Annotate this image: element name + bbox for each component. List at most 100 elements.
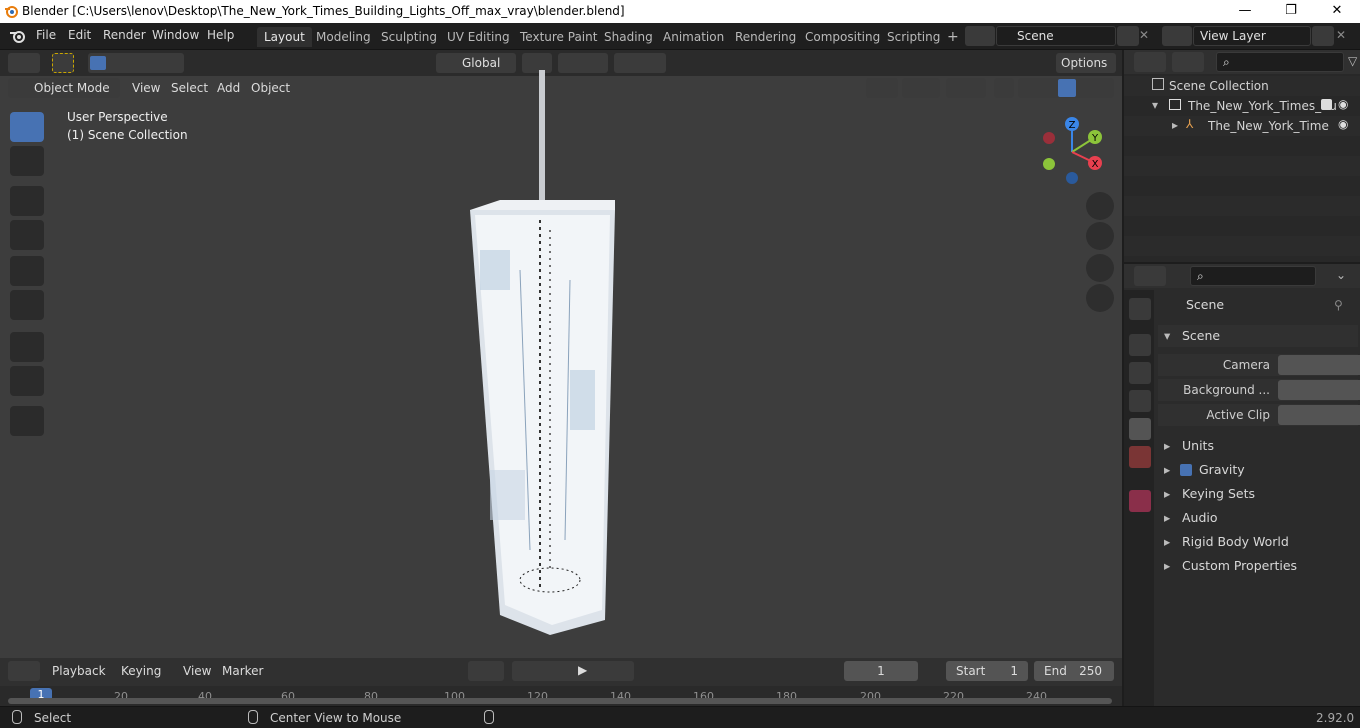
playback-menu[interactable]: Playback (52, 661, 106, 681)
menu-add[interactable]: Add (217, 78, 240, 98)
eye-icon[interactable]: ◉ (1338, 97, 1348, 111)
camera-view-icon[interactable] (1086, 254, 1114, 282)
keying-menu[interactable]: Keying (121, 661, 161, 681)
current-frame-field[interactable]: 1 (844, 661, 918, 681)
scene-copy-icon[interactable] (1117, 26, 1139, 46)
zoom-icon[interactable] (1086, 192, 1114, 220)
texture-tab-icon[interactable] (1129, 490, 1151, 512)
ortho-grid-icon[interactable] (1086, 284, 1114, 312)
panel-units[interactable]: ▸ Units (1158, 435, 1358, 457)
outliner-row-object[interactable]: ▸ ⅄ The_New_York_Time ◉ (1124, 116, 1360, 136)
select-box-tool[interactable] (10, 112, 44, 142)
view-layer-tab-icon[interactable] (1129, 390, 1151, 412)
annotate-tool[interactable] (10, 332, 44, 362)
scene-browse-icon[interactable] (965, 26, 995, 46)
expand-arrow-icon[interactable]: ▸ (1172, 118, 1178, 132)
active-clip-field[interactable] (1278, 405, 1360, 425)
menu-render[interactable]: Render (103, 28, 146, 42)
timeline-editor-icon[interactable] (8, 661, 40, 681)
record-icon[interactable] (468, 661, 504, 681)
gizmo-toggle-icon[interactable] (902, 78, 940, 98)
tab-modeling[interactable]: Modeling (309, 27, 378, 47)
3d-viewport[interactable]: Global Options Object Mode View Select A… (0, 50, 1122, 658)
output-tab-icon[interactable] (1129, 362, 1151, 384)
rotate-tool[interactable] (10, 220, 44, 250)
menu-window[interactable]: Window (152, 28, 199, 42)
viewlayer-browse-icon[interactable] (1162, 26, 1192, 46)
editor-type-icon[interactable] (8, 53, 40, 73)
timer-icon[interactable] (922, 661, 942, 681)
tab-scripting[interactable]: Scripting (880, 27, 947, 47)
overlay-toggle-icon[interactable] (946, 78, 986, 98)
filter-icon[interactable]: ▽ (1348, 54, 1357, 68)
menu-view[interactable]: View (132, 78, 160, 98)
exclude-checkbox[interactable] (1321, 99, 1332, 110)
menu-file[interactable]: File (36, 28, 56, 42)
tool-tab-icon[interactable] (1129, 298, 1151, 320)
outliner-editor-icon[interactable] (1134, 52, 1166, 72)
play-icon[interactable]: ▶ (578, 663, 587, 677)
blender-menu-icon[interactable] (9, 28, 27, 44)
pin-icon[interactable]: ⚲ (1334, 298, 1343, 312)
outliner-row-collection[interactable]: ▾ The_New_York_Times_Bu ◉ (1124, 96, 1360, 116)
outliner-search-input[interactable]: ⌕ (1216, 52, 1344, 72)
solid-shading-icon[interactable] (1058, 79, 1076, 97)
panel-audio[interactable]: ▸ Audio (1158, 507, 1358, 529)
select-new-icon[interactable] (90, 56, 106, 70)
marker-menu[interactable]: Marker (222, 661, 263, 681)
add-cube-tool[interactable] (10, 406, 44, 436)
properties-editor-icon[interactable] (1134, 266, 1166, 286)
close-window-button[interactable]: ✕ (1314, 0, 1360, 23)
panel-keying-sets[interactable]: ▸ Keying Sets (1158, 483, 1358, 505)
end-frame-field[interactable]: End 250 (1034, 661, 1114, 681)
menu-select[interactable]: Select (171, 78, 208, 98)
scale-tool[interactable] (10, 256, 44, 286)
move-tool[interactable] (10, 186, 44, 216)
options-dropdown[interactable]: Options (1056, 53, 1116, 73)
tab-texture-paint[interactable]: Texture Paint (513, 27, 604, 47)
tab-rendering[interactable]: Rendering (728, 27, 803, 47)
display-mode-icon[interactable] (1172, 52, 1204, 72)
world-tab-icon[interactable] (1129, 446, 1151, 468)
start-frame-field[interactable]: Start 1 (946, 661, 1028, 681)
tab-sculpting[interactable]: Sculpting (374, 27, 444, 47)
minimize-button[interactable]: — (1222, 0, 1268, 23)
panel-scene-header[interactable]: ▾ Scene (1158, 325, 1358, 347)
pan-hand-icon[interactable] (1086, 222, 1114, 250)
panel-custom-properties[interactable]: ▸ Custom Properties (1158, 555, 1358, 577)
select-mode-icon[interactable] (52, 53, 74, 73)
tab-compositing[interactable]: Compositing (798, 27, 887, 47)
tab-uv-editing[interactable]: UV Editing (440, 27, 517, 47)
measure-tool[interactable] (10, 366, 44, 396)
selection-mode-buttons[interactable] (88, 53, 184, 73)
tab-layout[interactable]: Layout (257, 27, 312, 47)
scene-tab-icon[interactable] (1129, 418, 1151, 440)
background-field[interactable] (1278, 380, 1360, 400)
timeline-scrollbar[interactable] (8, 698, 1112, 704)
menu-edit[interactable]: Edit (68, 28, 91, 42)
xray-toggle-icon[interactable] (994, 78, 1014, 98)
panel-rigid-body-world[interactable]: ▸ Rigid Body World (1158, 531, 1358, 553)
expand-arrow-icon[interactable]: ▾ (1152, 98, 1158, 112)
navigation-gizmo[interactable]: Z Y X (1038, 114, 1110, 186)
view-layer-field[interactable]: View Layer (1193, 26, 1311, 46)
tab-animation[interactable]: Animation (656, 27, 731, 47)
tab-shading[interactable]: Shading (597, 27, 660, 47)
mode-dropdown[interactable]: Object Mode (8, 78, 120, 98)
menu-help[interactable]: Help (207, 28, 234, 42)
visibility-icon[interactable] (866, 78, 898, 98)
chevron-down-icon[interactable]: ⌄ (1336, 268, 1346, 282)
view-menu[interactable]: View (183, 661, 211, 681)
scene-remove-icon[interactable]: ✕ (1139, 28, 1149, 42)
scene-field[interactable]: Scene (996, 26, 1116, 46)
panel-gravity[interactable]: ▸ Gravity (1158, 459, 1358, 481)
playback-controls[interactable]: ▶ (512, 661, 634, 681)
cursor-tool[interactable] (10, 146, 44, 176)
gravity-checkbox[interactable] (1180, 464, 1192, 476)
viewlayer-copy-icon[interactable] (1312, 26, 1334, 46)
viewlayer-remove-icon[interactable]: ✕ (1336, 28, 1346, 42)
maximize-button[interactable]: ❐ (1268, 0, 1314, 23)
add-workspace-button[interactable]: + (940, 27, 966, 47)
eye-icon[interactable]: ◉ (1338, 117, 1348, 131)
transform-tool[interactable] (10, 290, 44, 320)
